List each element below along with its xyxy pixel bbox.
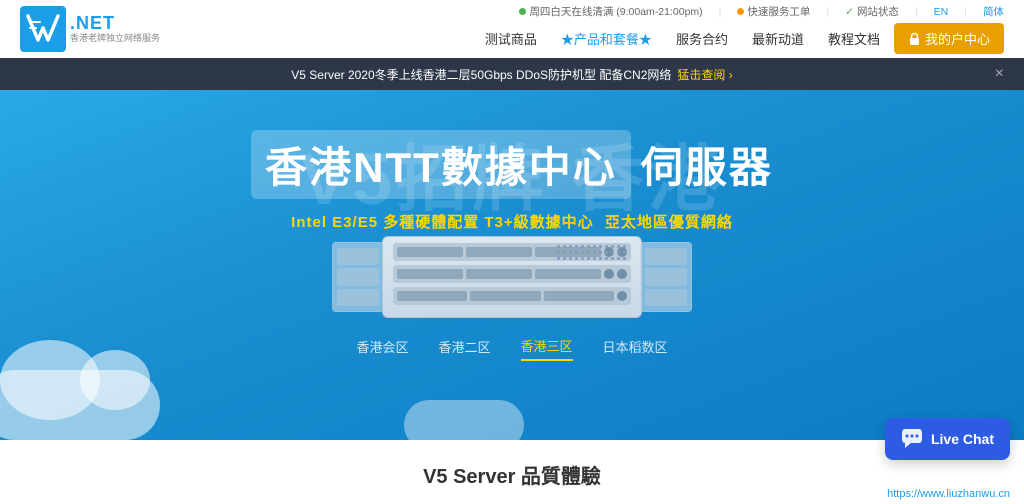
bottom-title: V5 Server 品質體驗 (423, 460, 601, 489)
side-unit (337, 248, 379, 265)
hero-title-box: 香港NTT數據中心 (251, 130, 631, 199)
cta-label: 我的户中心 (925, 29, 990, 48)
hero-title-suffix: 伺服器 (641, 134, 773, 195)
side-unit (337, 268, 379, 285)
nav-item-news[interactable]: 最新动道 (742, 25, 814, 52)
logo-icon (20, 6, 66, 52)
side-unit (645, 289, 687, 306)
nav-item-products[interactable]: 测试商品 (475, 25, 547, 52)
url-bar: https://www.liuzhanwu.cn (887, 488, 1010, 500)
server-rack-body (382, 236, 642, 318)
service-dot (737, 8, 744, 15)
hero-section: V5招牌 香港 香港NTT數據中心 伺服器 Intel E3/E5 多種硬體配置… (0, 90, 1024, 440)
cloud-right (404, 390, 524, 440)
top-bar: .NET 香港老牌独立网络服务 周四白天在线清满 (9:00am-21:00pm… (0, 0, 1024, 58)
live-chat-button[interactable]: Live Chat (885, 418, 1010, 460)
url-text: https://www.liuzhanwu.cn (887, 488, 1010, 500)
tab-hk3[interactable]: 香港三区 (521, 336, 573, 361)
check-icon: ✓ (845, 6, 854, 18)
hero-subtitle: Intel E3/E5 多種硬體配置 T3+級數據中心 亞太地區優質網絡 (291, 211, 733, 232)
clouds (0, 360, 1024, 440)
nav: 测试商品 ★产品和套餐★ 服务合约 最新动道 教程文档 我的户中心 (475, 23, 1004, 54)
tab-hk2[interactable]: 香港二区 (438, 337, 490, 360)
server-visual (322, 232, 702, 322)
server-left-panel (332, 242, 384, 312)
lang-en[interactable]: EN (934, 6, 949, 18)
server-right-panel (640, 242, 692, 312)
status-text: 网站状态 (857, 4, 899, 19)
rack-unit-3 (393, 287, 631, 305)
hero-tabs: 香港会区 香港二区 香港三区 日本稻数区 (356, 336, 667, 361)
logo-sub-text: 香港老牌独立网络服务 (70, 34, 160, 44)
lock-icon (908, 32, 921, 46)
cloud-left (0, 370, 160, 440)
hero-title: 香港NTT數據中心 伺服器 (251, 130, 773, 199)
tab-jp[interactable]: 日本稻数区 (603, 337, 668, 360)
cloud-big-left (0, 370, 160, 440)
chat-icon (901, 428, 923, 450)
service-text: 快速服务工单 (747, 4, 810, 19)
cta-button[interactable]: 我的户中心 (894, 23, 1004, 54)
hero-title-text: 香港NTT數據中心 (265, 144, 617, 191)
side-unit (645, 268, 687, 285)
announcement-link[interactable]: 猛击查阅 › (677, 66, 732, 83)
lang-cn[interactable]: 简体 (983, 4, 1004, 19)
cloud-small (404, 400, 524, 440)
site-status: ✓ 网站状态 (845, 4, 899, 19)
service-status: 快速服务工单 (737, 4, 810, 19)
online-text: 周四白天在线清满 (9:00am-21:00pm) (529, 4, 702, 19)
nav-item-docs[interactable]: 教程文档 (818, 25, 890, 52)
online-dot (519, 8, 526, 15)
hero-subtitle-link[interactable]: 亞太地區優質網絡 (605, 214, 733, 231)
bottom-section: V5 Server 品質體驗 (0, 440, 1024, 504)
nav-item-contract[interactable]: 服务合约 (666, 25, 738, 52)
hero-subtitle-main: Intel E3/E5 多種硬體配置 T3+級數據中心 (291, 214, 593, 231)
announcement-bar: V5 Server 2020冬季上线香港二层50Gbps DDoS防护机型 配备… (0, 58, 1024, 90)
logo[interactable]: .NET 香港老牌独立网络服务 (20, 6, 160, 52)
announcement-close[interactable]: × (995, 65, 1004, 83)
online-status: 周四白天在线清满 (9:00am-21:00pm) (519, 4, 702, 19)
rack-unit-2 (393, 265, 631, 283)
logo-net-text: .NET (70, 14, 160, 34)
tab-hk1[interactable]: 香港会区 (356, 337, 408, 360)
live-chat-label: Live Chat (931, 431, 994, 447)
top-info-bar: 周四白天在线清满 (9:00am-21:00pm) | 快速服务工单 | ✓ 网… (519, 4, 1004, 19)
announcement-text: V5 Server 2020冬季上线香港二层50Gbps DDoS防护机型 配备… (291, 66, 671, 83)
rack-dots-grid (557, 245, 627, 261)
nav-item-brand[interactable]: ★产品和套餐★ (551, 25, 662, 52)
side-unit (337, 289, 379, 306)
side-unit (645, 248, 687, 265)
